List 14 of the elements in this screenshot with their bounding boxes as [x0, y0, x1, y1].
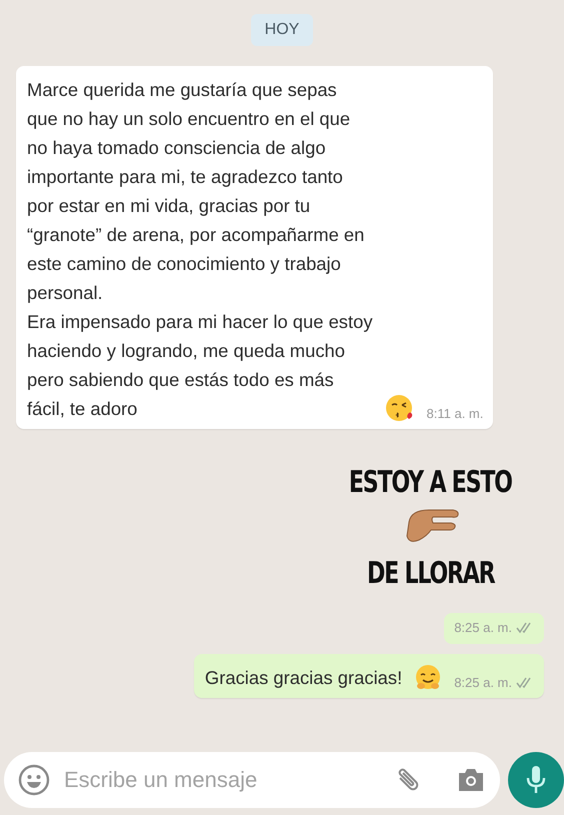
smiley-icon[interactable]: [18, 764, 50, 796]
message-field[interactable]: Escribe un mensaje: [4, 752, 500, 808]
message-text: Gracias gracias gracias!: [204, 666, 402, 690]
message-text: Marce querida me gustaría que sepas que no hay un solo encuentro en el que no haya tomado consciencia de algo importante para mi, te agradezco tanto por estar en mi vida, gracias por tu “granote” de arena, por acompañarme en este camino de conocimiento y trabajo personal. Era impensado para mi hacer lo que estoy haciendo y logrando, me queda mucho pero sabiendo que estás todo es más fácil, te adoro: [27, 78, 373, 421]
sticker-text: ESTOY A ESTO: [349, 465, 512, 500]
message-time: 8:11 a. m.: [426, 406, 484, 421]
kissing-face-icon: [384, 393, 415, 423]
camera-icon[interactable]: [456, 766, 486, 794]
message-time: 8:25 a. m.: [454, 675, 534, 690]
message-time: 8:25 a. m.: [454, 620, 534, 635]
sticker-text: DE LLORAR: [366, 556, 494, 591]
microphone-icon: [525, 764, 547, 796]
date-chip: HOY: [250, 14, 314, 46]
hugging-face-icon: [414, 664, 442, 692]
